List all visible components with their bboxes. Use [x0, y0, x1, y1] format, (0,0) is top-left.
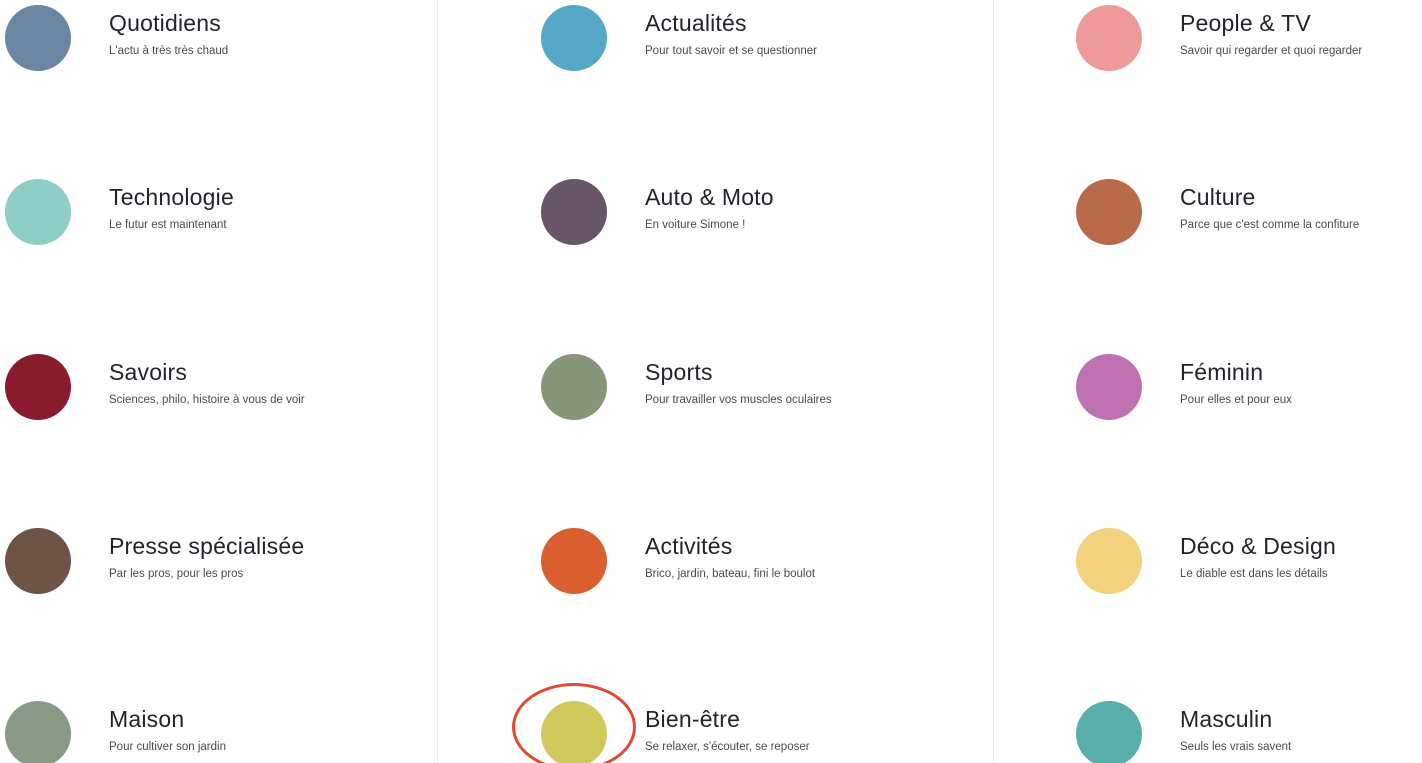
category-people-tv[interactable]: People & TV Savoir qui regarder et quoi …	[1076, 5, 1362, 71]
category-color-dot	[1076, 701, 1142, 763]
category-color-dot	[541, 179, 607, 245]
category-color-dot	[541, 528, 607, 594]
category-deco-design[interactable]: Déco & Design Le diable est dans les dét…	[1076, 528, 1336, 594]
category-color-dot	[5, 701, 71, 763]
category-title: Activités	[645, 533, 733, 559]
category-maison[interactable]: Maison Pour cultiver son jardin	[5, 701, 226, 763]
category-color-dot	[1076, 5, 1142, 71]
category-title: Auto & Moto	[645, 184, 774, 210]
category-culture[interactable]: Culture Parce que c'est comme la confitu…	[1076, 179, 1359, 245]
category-title: Maison	[109, 706, 185, 732]
category-subtitle: Le diable est dans les détails	[1180, 568, 1328, 580]
category-title: Presse spécialisée	[109, 533, 305, 559]
category-color-dot	[541, 354, 607, 420]
category-color-dot	[5, 354, 71, 420]
category-subtitle: Seuls les vrais savent	[1180, 741, 1292, 753]
category-activites[interactable]: Activités Brico, jardin, bateau, fini le…	[541, 528, 815, 594]
category-column-2: Actualités Pour tout savoir et se questi…	[437, 0, 993, 763]
category-title: Actualités	[645, 10, 747, 36]
category-title: Culture	[1180, 184, 1256, 210]
category-subtitle: Parce que c'est comme la confiture	[1180, 219, 1360, 231]
category-color-dot	[1076, 354, 1142, 420]
category-color-dot	[1076, 528, 1142, 594]
category-quotidiens[interactable]: Quotidiens L'actu à très très chaud	[5, 5, 228, 71]
highlight-ring	[512, 683, 636, 763]
category-technologie[interactable]: Technologie Le futur est maintenant	[5, 179, 234, 245]
category-color-dot	[5, 5, 71, 71]
category-title: Déco & Design	[1180, 533, 1337, 559]
category-actualites[interactable]: Actualités Pour tout savoir et se questi…	[541, 5, 817, 71]
category-title: Savoirs	[109, 359, 188, 385]
category-subtitle: Pour travailler vos muscles oculaires	[645, 394, 832, 406]
category-color-dot	[5, 528, 71, 594]
category-title: Bien-être	[645, 706, 741, 732]
category-column-3: People & TV Savoir qui regarder et quoi …	[993, 0, 1422, 763]
category-title: People & TV	[1180, 10, 1311, 36]
category-auto-moto[interactable]: Auto & Moto En voiture Simone !	[541, 179, 774, 245]
category-subtitle: Brico, jardin, bateau, fini le boulot	[645, 568, 816, 580]
category-color-dot	[1076, 179, 1142, 245]
category-column-1: Quotidiens L'actu à très très chaud Tech…	[0, 0, 437, 763]
category-subtitle: L'actu à très très chaud	[109, 45, 229, 57]
category-feminin[interactable]: Féminin Pour elles et pour eux	[1076, 354, 1292, 420]
category-title: Technologie	[109, 184, 234, 210]
category-color-dot	[541, 5, 607, 71]
category-subtitle: Le futur est maintenant	[109, 219, 227, 231]
category-savoirs[interactable]: Savoirs Sciences, philo, histoire à vous…	[5, 354, 305, 420]
category-title: Masculin	[1180, 706, 1273, 732]
category-grid: Quotidiens L'actu à très très chaud Tech…	[0, 0, 1422, 763]
category-title: Sports	[645, 359, 713, 385]
category-title: Quotidiens	[109, 10, 221, 36]
category-subtitle: Pour tout savoir et se questionner	[645, 45, 817, 57]
category-subtitle: En voiture Simone !	[645, 219, 746, 231]
category-subtitle: Pour elles et pour eux	[1180, 394, 1292, 406]
category-sports[interactable]: Sports Pour travailler vos muscles ocula…	[541, 354, 832, 420]
category-subtitle: Sciences, philo, histoire à vous de voir	[109, 394, 305, 406]
category-subtitle: Savoir qui regarder et quoi regarder	[1180, 45, 1363, 57]
category-masculin[interactable]: Masculin Seuls les vrais savent	[1076, 701, 1291, 763]
category-subtitle: Pour cultiver son jardin	[109, 741, 226, 753]
category-subtitle: Se relaxer, s'écouter, se reposer	[645, 741, 810, 753]
category-presse-specialisee[interactable]: Presse spécialisée Par les pros, pour le…	[5, 528, 304, 594]
category-subtitle: Par les pros, pour les pros	[109, 568, 244, 580]
category-title: Féminin	[1180, 359, 1264, 385]
category-color-dot	[5, 179, 71, 245]
